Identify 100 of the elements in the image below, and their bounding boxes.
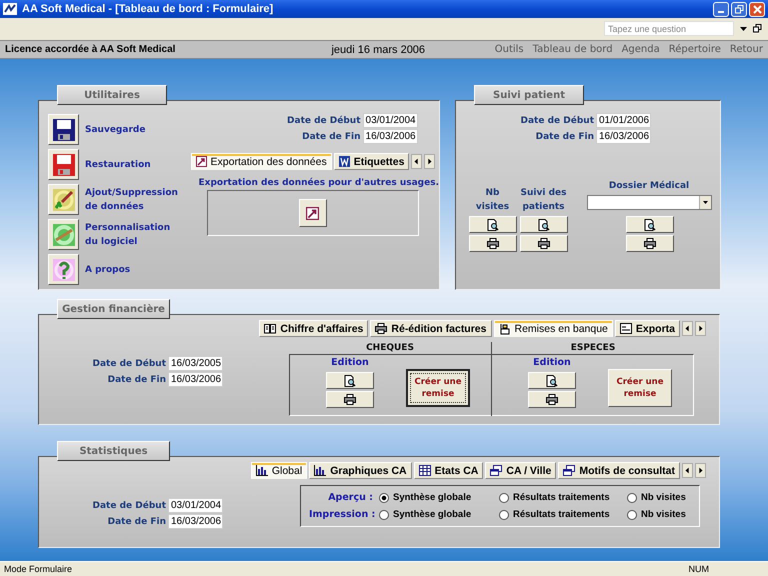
print-button[interactable] <box>528 391 576 408</box>
date-field[interactable]: 16/03/2006 <box>168 514 223 529</box>
tab[interactable]: Etats CA <box>414 462 484 479</box>
action-label: A propos <box>85 264 132 276</box>
tab[interactable]: Chiffre d'affaires <box>259 320 368 337</box>
print-button[interactable] <box>468 235 516 252</box>
create-button[interactable]: Créer une remise <box>608 369 672 407</box>
section-heading: CHEQUES <box>366 342 414 354</box>
option-label: Résultats traitements <box>513 492 610 503</box>
date-field[interactable]: 01/01/2006 <box>596 113 651 128</box>
close-button[interactable] <box>749 2 765 16</box>
page-magnifier-icon <box>486 218 498 230</box>
column-label: Suivi des patients <box>520 187 568 214</box>
help-search-field[interactable]: Tapez une question <box>604 21 734 36</box>
minimize-button[interactable] <box>713 2 729 16</box>
dropdown-arrow-icon[interactable] <box>740 26 747 30</box>
nav-link[interactable]: Outils <box>494 44 524 55</box>
export-button[interactable] <box>298 199 327 227</box>
printer-icon <box>538 238 550 249</box>
status-text: Mode Formulaire <box>4 564 72 574</box>
option-label: Nb visites <box>641 509 686 520</box>
pencil-icon <box>52 188 76 212</box>
preview-button[interactable] <box>528 372 576 389</box>
restore-window-icon[interactable] <box>753 24 762 33</box>
app-icon <box>3 2 17 16</box>
radio-button[interactable] <box>499 510 509 520</box>
scroll-left-icon[interactable] <box>682 463 693 478</box>
date-label: Date de Début <box>92 358 166 368</box>
date-label: Date de Début <box>287 116 361 126</box>
print-button[interactable] <box>520 235 568 252</box>
tab[interactable]: Etiquettes <box>334 153 410 170</box>
date-field[interactable]: 16/03/2006 <box>362 129 418 144</box>
radio-button[interactable] <box>627 510 637 520</box>
preview-button[interactable] <box>626 216 674 233</box>
date-field[interactable]: 16/03/2005 <box>168 356 223 371</box>
tab[interactable]: Ré-édition factures <box>370 320 492 337</box>
tab[interactable]: Remises en banque <box>494 320 613 337</box>
preview-button[interactable] <box>520 216 568 233</box>
scroll-left-icon[interactable] <box>411 154 422 169</box>
printer-icon <box>546 394 558 405</box>
nav-link[interactable]: Agenda <box>622 44 660 55</box>
scroll-right-icon[interactable] <box>424 154 436 169</box>
nav-link[interactable]: Retour <box>730 44 763 55</box>
dropdown-field[interactable] <box>586 195 712 210</box>
page-magnifier-icon <box>644 218 656 230</box>
floppy-icon <box>52 118 76 142</box>
radio-button[interactable] <box>379 510 389 520</box>
export-icon <box>306 206 320 220</box>
print-button[interactable] <box>326 391 374 408</box>
radio-button[interactable] <box>379 492 389 502</box>
action-button[interactable] <box>48 254 79 285</box>
nav-link[interactable]: Répertoire <box>668 44 721 55</box>
preview-button[interactable] <box>468 216 516 233</box>
tab[interactable]: Exportation des données <box>190 153 332 170</box>
nav-link[interactable]: Tableau de bord <box>532 44 613 55</box>
scroll-left-icon[interactable] <box>682 321 693 336</box>
windows-icon <box>490 465 502 476</box>
tab[interactable]: Exporta <box>614 320 680 337</box>
date-text: jeudi 16 mars 2006 <box>331 44 426 56</box>
scroll-right-icon[interactable] <box>695 321 706 336</box>
date-field[interactable]: 03/01/2004 <box>168 498 223 513</box>
tab[interactable]: Motifs de consultat <box>558 462 680 479</box>
action-label: Sauvegarde <box>85 124 146 136</box>
radio-button[interactable] <box>627 492 637 502</box>
export-icon <box>196 156 207 167</box>
tab[interactable]: Graphiques CA <box>309 462 412 479</box>
tab[interactable]: Global <box>250 462 308 479</box>
row-label: Aperçu : <box>327 492 373 503</box>
edition-label: Edition <box>331 357 369 370</box>
option-label: Synthèse globale <box>393 509 472 520</box>
action-button[interactable] <box>48 219 79 250</box>
date-label: Date de Début <box>92 500 166 510</box>
action-button[interactable] <box>48 114 79 145</box>
book-icon <box>264 323 276 334</box>
date-field[interactable]: 03/01/2004 <box>362 113 418 128</box>
preview-button[interactable] <box>326 372 374 389</box>
print-button[interactable] <box>626 235 674 252</box>
window-title: AA Soft Medical - [Tableau de bord : Formulaire] <box>22 3 274 15</box>
date-field[interactable]: 16/03/2006 <box>596 129 651 144</box>
date-field[interactable]: 16/03/2006 <box>168 372 223 387</box>
printer-icon <box>486 238 498 249</box>
action-button[interactable] <box>48 184 79 215</box>
action-button[interactable] <box>48 149 79 180</box>
restore-icon <box>734 4 744 14</box>
option-label: Synthèse globale <box>393 492 472 503</box>
date-label: Date de Fin <box>108 374 166 384</box>
column-label: Nb visites <box>474 187 510 214</box>
question-mark-icon <box>52 258 76 282</box>
scroll-right-icon[interactable] <box>695 463 706 478</box>
table-icon <box>418 465 431 476</box>
date-label: Date de Début <box>520 116 594 126</box>
floppy-icon <box>52 152 76 176</box>
printer-icon <box>344 394 356 405</box>
tab[interactable]: CA / Ville <box>485 462 556 479</box>
date-label: Date de Fin <box>108 516 166 526</box>
create-button[interactable]: Créer une remise <box>406 369 470 407</box>
document-icon <box>620 323 632 334</box>
restore-button[interactable] <box>731 2 747 16</box>
radio-button[interactable] <box>499 492 509 502</box>
minimize-icon <box>718 10 724 12</box>
